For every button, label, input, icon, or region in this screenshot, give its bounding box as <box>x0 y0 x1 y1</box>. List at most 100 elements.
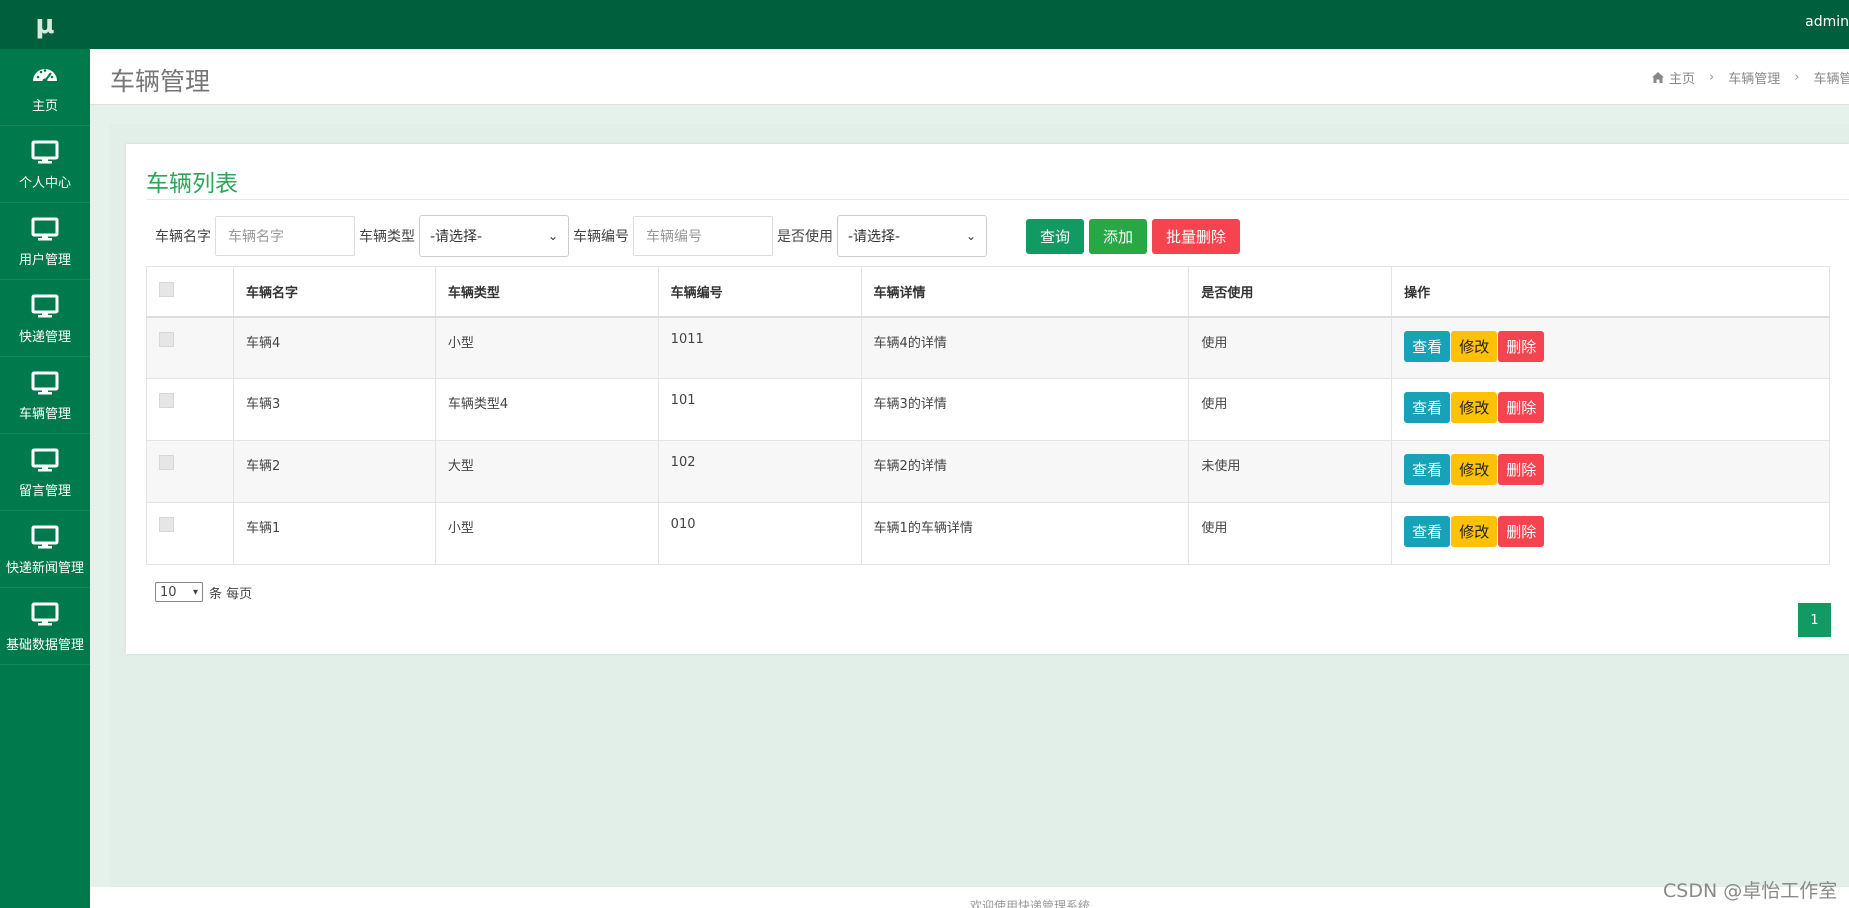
cell-number: 102 <box>657 440 862 503</box>
view-button[interactable]: 查看 <box>1404 516 1451 547</box>
chevron-down-icon: ▾ <box>192 586 198 598</box>
page-button[interactable]: 1 <box>1798 603 1831 637</box>
column-header: 车辆详情 <box>860 266 1190 318</box>
edit-button[interactable]: 修改 <box>1451 392 1498 423</box>
view-button[interactable]: 查看 <box>1404 330 1451 362</box>
add-button[interactable]: 添加 <box>1089 218 1148 254</box>
chevron-down-icon: ⌄ <box>965 229 976 243</box>
table-row: 车辆1 小型 010 车辆1的车辆详情 使用 查看 修改 删除 <box>146 502 1830 565</box>
sidebar-item-label: 留言管理 <box>18 483 71 499</box>
user-menu[interactable]: admin <box>1805 14 1849 30</box>
view-button[interactable]: 查看 <box>1404 454 1451 485</box>
query-button[interactable]: 查询 <box>1026 218 1085 254</box>
delete-button[interactable]: 删除 <box>1498 516 1545 547</box>
edit-button[interactable]: 修改 <box>1451 454 1498 485</box>
sidebar-item-express[interactable]: 快递管理 <box>0 280 90 357</box>
breadcrumb-item[interactable]: 车辆管理 <box>1728 68 1780 87</box>
row-checkbox[interactable] <box>159 393 174 408</box>
sidebar-item-messages[interactable]: 留言管理 <box>0 434 90 511</box>
table-row: 车辆3 车辆类型4 101 车辆3的详情 使用 查看 修改 删除 <box>146 378 1830 441</box>
footer-text: 欢迎使用快递管理系统 <box>970 899 1091 908</box>
view-button[interactable]: 查看 <box>1404 392 1451 423</box>
sidebar-item-vehicles[interactable]: 车辆管理 <box>0 357 90 434</box>
cell-used: 未使用 <box>1188 440 1393 503</box>
select-all-checkbox[interactable] <box>159 281 174 297</box>
card-title: 车辆列表 <box>146 171 238 197</box>
vehicle-type-select[interactable]: -请选择- ⌄ <box>419 215 569 257</box>
cell-name: 车辆4 <box>232 316 436 379</box>
cell-number: 010 <box>657 502 862 565</box>
select-all-cell <box>146 266 234 318</box>
cell-type: 大型 <box>434 440 659 503</box>
row-checkbox[interactable] <box>159 455 174 470</box>
vehicle-number-input[interactable]: 车辆编号 <box>633 216 773 256</box>
column-header: 操作 <box>1391 266 1830 318</box>
sidebar-item-express-news[interactable]: 快递新闻管理 <box>0 511 90 588</box>
home-icon <box>1652 72 1664 83</box>
vehicle-type-value: -请选择- <box>430 229 483 245</box>
cell-name: 车辆1 <box>232 502 436 565</box>
bulk-delete-button[interactable]: 批量删除 <box>1152 218 1241 254</box>
monitor-icon <box>31 525 59 548</box>
cell-actions: 查看 修改 删除 <box>1391 378 1830 441</box>
table-row: 车辆4 小型 1011 车辆4的详情 使用 查看 修改 删除 <box>146 316 1830 379</box>
sidebar-item-label: 车辆管理 <box>18 406 71 422</box>
top-bar: admin <box>90 0 1849 49</box>
page-size-control: 10 ▾ 条 每页 <box>155 582 252 602</box>
column-header: 车辆编号 <box>657 266 862 318</box>
vehicle-table: 车辆名字 车辆类型 车辆编号 车辆详情 是否使用 操作 车辆4 小型 1011 … <box>146 266 1830 565</box>
dashboard-icon <box>33 68 57 83</box>
search-bar: 车辆名字 车辆名字 车辆类型 -请选择- ⌄ 车辆编号 车辆编号 是否使用 -请… <box>155 215 1241 257</box>
page-size-select[interactable]: 10 ▾ <box>155 582 203 602</box>
sidebar: μ 主页 个人中心 用户管理 快递管理 车辆管理 留言管理 快递新闻管理 基础数… <box>0 0 90 908</box>
edit-button[interactable]: 修改 <box>1451 330 1498 362</box>
page-header: 车辆管理 主页 › 车辆管理 › 车辆管 <box>90 49 1849 105</box>
page-size-suffix: 条 每页 <box>209 586 253 602</box>
sidebar-item-personal-center[interactable]: 个人中心 <box>0 126 90 203</box>
breadcrumb: 主页 › 车辆管理 › 车辆管 <box>1652 68 1849 87</box>
monitor-icon <box>31 217 59 240</box>
cell-actions: 查看 修改 删除 <box>1391 502 1830 565</box>
page-title: 车辆管理 <box>110 67 211 96</box>
cell-actions: 查看 修改 删除 <box>1391 316 1830 379</box>
sidebar-item-label: 主页 <box>31 98 58 114</box>
chevron-right-icon: › <box>1709 70 1715 85</box>
vehicle-list-card: 车辆列表 车辆名字 车辆名字 车辆类型 -请选择- ⌄ 车辆编号 车辆编号 是否… <box>126 144 1849 654</box>
vehicle-name-label: 车辆名字 <box>155 229 211 245</box>
cell-used: 使用 <box>1188 316 1393 379</box>
sidebar-item-label: 用户管理 <box>18 252 71 268</box>
breadcrumb-home[interactable]: 主页 <box>1652 68 1695 87</box>
monitor-icon <box>31 448 59 471</box>
delete-button[interactable]: 删除 <box>1498 454 1545 485</box>
vehicle-type-label: 车辆类型 <box>359 229 415 245</box>
edit-button[interactable]: 修改 <box>1451 516 1498 547</box>
page-size-value: 10 <box>160 584 177 600</box>
breadcrumb-label: 主页 <box>1669 72 1696 87</box>
vehicle-number-label: 车辆编号 <box>573 229 629 245</box>
chevron-right-icon: › <box>1794 70 1800 85</box>
cell-name: 车辆3 <box>232 378 436 441</box>
cell-actions: 查看 修改 删除 <box>1391 440 1830 503</box>
cell-used: 使用 <box>1188 378 1393 441</box>
cell-number: 1011 <box>657 316 862 379</box>
cell-detail: 车辆3的详情 <box>860 378 1190 441</box>
column-header: 是否使用 <box>1188 266 1393 318</box>
cell-detail: 车辆4的详情 <box>860 316 1190 379</box>
row-checkbox[interactable] <box>159 331 174 347</box>
delete-button[interactable]: 删除 <box>1498 330 1545 362</box>
sidebar-item-users[interactable]: 用户管理 <box>0 203 90 280</box>
row-checkbox[interactable] <box>159 517 174 532</box>
table-row: 车辆2 大型 102 车辆2的详情 未使用 查看 修改 删除 <box>146 440 1830 503</box>
sidebar-item-base-data[interactable]: 基础数据管理 <box>0 588 90 665</box>
in-use-select[interactable]: -请选择- ⌄ <box>837 215 987 257</box>
delete-button[interactable]: 删除 <box>1498 392 1545 423</box>
footer: 欢迎使用快递管理系统 <box>90 887 1849 908</box>
cell-number: 101 <box>657 378 862 441</box>
sidebar-item-home[interactable]: 主页 <box>0 49 90 126</box>
sidebar-item-label: 基础数据管理 <box>5 637 84 653</box>
chevron-down-icon: ⌄ <box>547 229 558 243</box>
cell-type: 小型 <box>434 502 659 565</box>
sidebar-item-label: 快递新闻管理 <box>5 560 84 576</box>
in-use-label: 是否使用 <box>777 229 833 245</box>
vehicle-name-input[interactable]: 车辆名字 <box>215 216 355 256</box>
